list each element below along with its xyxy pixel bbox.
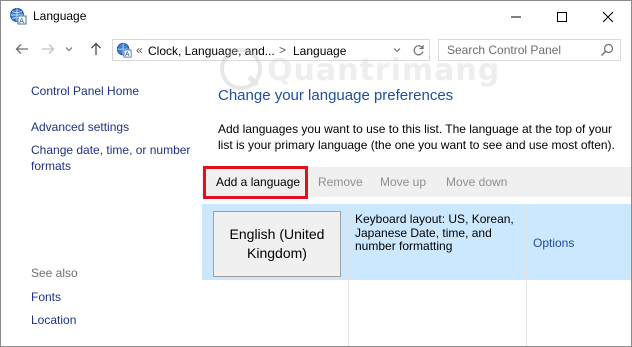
- watermark-logo-icon: [220, 48, 262, 90]
- column-divider: [348, 204, 349, 346]
- control-panel-home-link[interactable]: Control Panel Home: [31, 84, 139, 98]
- location-link[interactable]: Location: [31, 313, 76, 327]
- language-window: A Language A « Clock, Language, and... >…: [0, 0, 632, 347]
- globe-language-icon: A: [116, 42, 132, 58]
- remove-button[interactable]: Remove: [318, 175, 363, 189]
- arrow-left-icon: [15, 44, 28, 54]
- maximize-button[interactable]: [539, 1, 585, 32]
- window-title: Language: [33, 9, 87, 23]
- arrow-right-icon: [42, 44, 55, 54]
- change-date-time-formats-link[interactable]: Change date, time, or number formats: [31, 142, 201, 174]
- column-divider: [526, 204, 527, 346]
- minimize-icon: [511, 16, 521, 17]
- fonts-link[interactable]: Fonts: [31, 290, 61, 304]
- recent-locations-button[interactable]: [63, 40, 75, 58]
- title-bar: A Language: [1, 1, 631, 32]
- watermark-text: Quantrimang: [267, 53, 501, 88]
- close-icon: [602, 11, 614, 22]
- page-description: Add languages you want to use to this li…: [218, 122, 615, 152]
- language-name-tile[interactable]: English (United Kingdom): [213, 211, 341, 277]
- minimize-button[interactable]: [493, 1, 539, 32]
- language-details: Keyboard layout: US, Korean, Japanese Da…: [355, 212, 514, 253]
- svg-text:A: A: [19, 17, 24, 25]
- search-icon[interactable]: [600, 43, 614, 57]
- language-options-link[interactable]: Options: [533, 236, 574, 250]
- breadcrumb-overflow[interactable]: «: [136, 43, 143, 57]
- maximize-icon: [557, 11, 567, 22]
- add-language-highlight: [203, 166, 308, 199]
- back-button[interactable]: [13, 40, 31, 58]
- up-button[interactable]: [87, 40, 105, 58]
- move-down-button[interactable]: Move down: [446, 175, 507, 189]
- chevron-down-icon: [65, 47, 73, 52]
- page-title: Change your language preferences: [218, 87, 454, 104]
- move-up-button[interactable]: Move up: [380, 175, 426, 189]
- globe-language-icon: A: [10, 8, 27, 25]
- forward-button[interactable]: [39, 40, 57, 58]
- close-button[interactable]: [585, 1, 631, 32]
- svg-text:A: A: [125, 51, 130, 58]
- see-also-heading: See also: [31, 266, 78, 280]
- arrow-up-icon: [91, 42, 101, 55]
- advanced-settings-link[interactable]: Advanced settings: [31, 120, 129, 134]
